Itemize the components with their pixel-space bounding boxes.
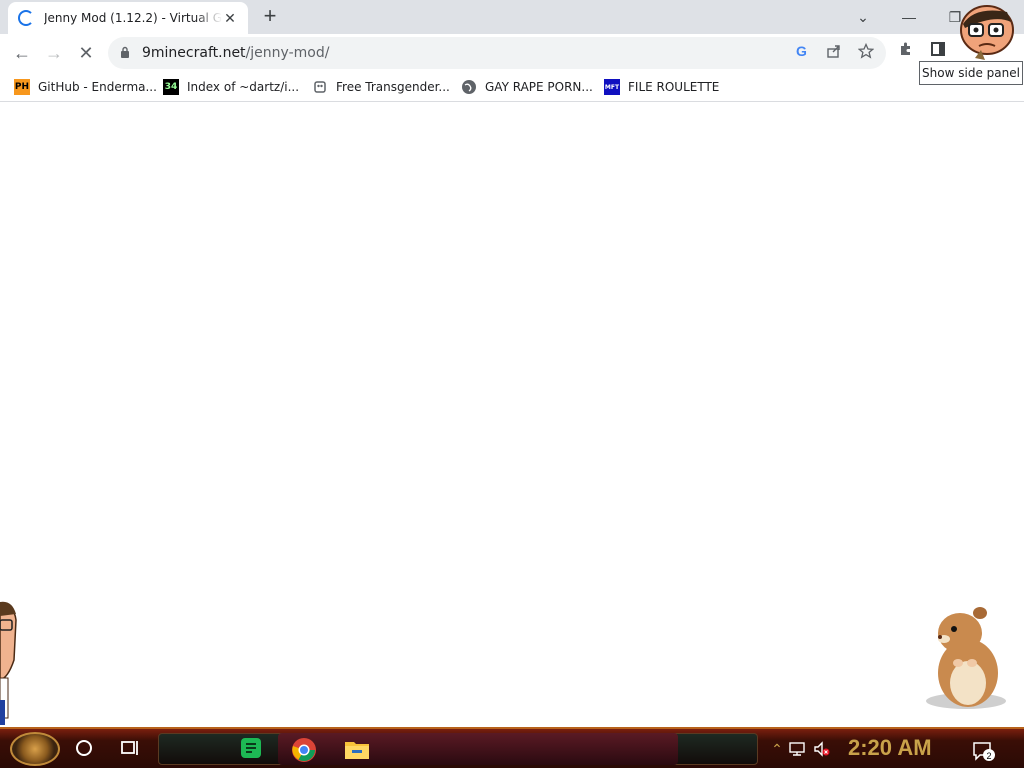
notifications-icon[interactable]: 2 [972, 741, 996, 761]
tab-title: Jenny Mod (1.12.2) - Virtual Gi [44, 11, 222, 25]
stop-loading-button[interactable]: ✕ [74, 41, 98, 65]
bookmark-item[interactable]: Free Transgender... [312, 77, 450, 97]
google-lens-icon[interactable]: G [792, 43, 812, 63]
bookmark-label: GAY RAPE PORN... [485, 80, 593, 94]
bookmark-item[interactable]: MFT FILE ROULETTE [604, 77, 719, 97]
chrome-icon[interactable] [291, 737, 317, 763]
page-content[interactable] [0, 103, 1024, 727]
cartoon-person-sticker [0, 600, 20, 725]
pornhub-favicon-icon: PH [14, 79, 30, 95]
back-button[interactable]: ← [10, 41, 34, 65]
bookmark-label: Index of ~dartz/i... [187, 80, 300, 94]
taskbar-clock[interactable]: 2:20 AM [848, 735, 932, 761]
taskbar-running-apps [278, 733, 678, 765]
tab-active[interactable]: Jenny Mod (1.12.2) - Virtual Gi ✕ [8, 2, 248, 34]
volume-muted-icon[interactable] [813, 741, 831, 757]
notes-app-icon[interactable] [240, 737, 266, 763]
globe-icon [461, 79, 477, 95]
url-path: /jenny-mod/ [245, 45, 330, 61]
cartoon-face-sticker [955, 2, 1019, 62]
url-domain: 9minecraft.net [142, 45, 246, 61]
network-icon[interactable] [789, 741, 807, 757]
extensions-puzzle-icon[interactable] [894, 41, 918, 65]
svg-text:G: G [796, 43, 807, 59]
bookmark-item[interactable]: GAY RAPE PORN... [461, 77, 593, 97]
share-icon[interactable] [824, 43, 844, 63]
taskbar: ⌃ 2:20 AM 2 [0, 727, 1024, 768]
bookmark-item[interactable]: PH GitHub - Enderma... [14, 77, 157, 97]
robot-favicon-icon [312, 79, 328, 95]
bookmark-star-icon[interactable] [856, 42, 876, 63]
address-bar[interactable]: 9minecraft.net/jenny-mod/ G [108, 37, 886, 69]
browser-toolbar: ← → ✕ 9minecraft.net/jenny-mod/ G [0, 34, 1024, 72]
loading-spinner-icon [18, 10, 34, 26]
bookmark-label: Free Transgender... [336, 80, 450, 94]
hamster-sticker [920, 603, 1008, 713]
task-view-icon[interactable] [118, 736, 144, 762]
side-panel-tooltip: Show side panel [919, 61, 1023, 85]
file-explorer-icon[interactable] [344, 738, 370, 764]
tab-search-button[interactable]: ⌄ [851, 6, 875, 28]
bookmarks-bar: PH GitHub - Enderma... 34 Index of ~dart… [0, 72, 1024, 102]
forward-button[interactable]: → [42, 41, 66, 65]
tab-strip: Jenny Mod (1.12.2) - Virtual Gi ✕ + ⌄ — … [0, 0, 1024, 34]
start-button[interactable] [10, 732, 60, 766]
tab-close-button[interactable]: ✕ [222, 10, 238, 26]
tray-overflow-icon[interactable]: ⌃ [768, 741, 786, 757]
cortana-search-icon[interactable] [72, 736, 98, 762]
bookmark-item[interactable]: 34 Index of ~dartz/i... [163, 77, 299, 97]
new-tab-button[interactable]: + [258, 5, 282, 29]
bookmark-label: FILE ROULETTE [628, 80, 720, 94]
minimize-button[interactable]: — [897, 6, 921, 28]
file-roulette-favicon-icon: MFT [604, 79, 620, 95]
notification-count: 2 [986, 751, 991, 761]
index-favicon-icon: 34 [163, 79, 179, 95]
bookmark-label: GitHub - Enderma... [38, 80, 157, 94]
url-text: 9minecraft.net/jenny-mod/ [142, 45, 329, 61]
lock-icon [121, 46, 129, 58]
